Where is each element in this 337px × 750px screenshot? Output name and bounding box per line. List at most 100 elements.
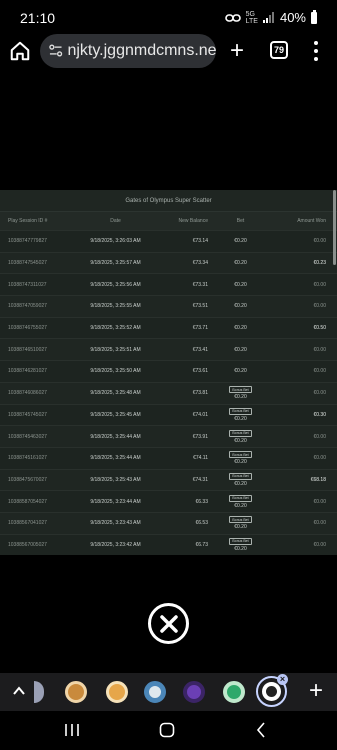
bet-cell: €0.20	[208, 260, 273, 266]
close-button[interactable]	[148, 603, 189, 644]
session-id: 10388746281027	[8, 368, 47, 375]
battery-percent: 40%	[279, 10, 306, 25]
amount-won: €0.30	[313, 411, 326, 418]
table-row: 10388745161027 9/18/2025, 3:25:44 AM €74.1…	[0, 446, 337, 469]
amount-won: €0.00	[313, 498, 326, 505]
amount-won: €0.00	[313, 541, 326, 548]
bet-amount: €0.20	[234, 459, 247, 466]
new-balance: €73.91	[192, 433, 208, 440]
amount-won: €0.00	[313, 455, 326, 462]
game-title: Gates of Olympus Super Scatter	[0, 190, 337, 212]
table-row: 10388746281027 9/18/2025, 3:25:50 AM €73.6…	[0, 360, 337, 382]
bet-amount: €0.20	[234, 303, 247, 310]
app-icon-5[interactable]	[223, 681, 245, 703]
play-date: 9/18/2025, 3:25:43 AM	[90, 476, 141, 483]
bonus-bet-badge: Bonus Bet	[229, 429, 252, 437]
table-row: 10388746510027 9/18/2025, 3:25:51 AM €73.4…	[0, 338, 337, 360]
bet-amount: €0.20	[234, 502, 247, 509]
status-time: 21:10	[20, 10, 56, 26]
close-app-badge[interactable]: ×	[277, 674, 288, 685]
url-text[interactable]: njkty.jggnmdcmns.net	[67, 42, 216, 60]
bet-cell: Bonus Bet €0.20	[208, 537, 273, 552]
play-date: 9/18/2025, 3:25:44 AM	[90, 433, 141, 440]
new-tab-icon[interactable]: +	[228, 39, 246, 63]
header-session-id: Play Session ID #	[8, 218, 48, 224]
home-nav-icon[interactable]	[159, 722, 175, 738]
amount-won: €0.00	[313, 303, 326, 310]
app-icon-4[interactable]	[183, 681, 205, 703]
bonus-bet-badge: Bonus Bet	[229, 516, 252, 524]
play-date: 9/18/2025, 3:23:44 AM	[90, 498, 141, 505]
recents-icon[interactable]	[64, 723, 80, 737]
amount-won: €0.00	[313, 368, 326, 375]
session-id: 10388475670027	[8, 476, 47, 483]
session-id: 10388746086027	[8, 390, 47, 397]
tab-switcher-icon[interactable]: 79	[270, 41, 288, 59]
header-balance: New Balance	[178, 218, 208, 224]
browser-toolbar: njkty.jggnmdcmns.net + 79	[0, 32, 337, 72]
play-date: 9/18/2025, 3:25:50 AM	[90, 368, 141, 375]
session-id: 10388745463027	[8, 433, 47, 440]
new-balance: €74.11	[193, 455, 208, 462]
bet-cell: Bonus Bet €0.20	[208, 494, 273, 509]
play-date: 9/18/2025, 3:25:44 AM	[90, 455, 141, 462]
session-id: 10388747311027	[8, 281, 47, 288]
close-icon	[159, 614, 178, 633]
play-date: 9/18/2025, 3:25:55 AM	[90, 303, 141, 310]
bet-amount: €0.20	[234, 325, 247, 332]
header-amount-won: Amount Won	[297, 218, 326, 224]
table-header: Play Session ID # Date New Balance Bet A…	[0, 212, 337, 230]
bonus-bet-badge: Bonus Bet	[229, 472, 252, 480]
app-icon-partial[interactable]	[34, 681, 44, 703]
more-menu-icon[interactable]	[313, 41, 319, 61]
tab-count: 79	[273, 45, 284, 55]
back-icon[interactable]	[256, 722, 266, 738]
table-row: 10388745463027 9/18/2025, 3:25:44 AM €73.9…	[0, 425, 337, 447]
amount-won: €0.00	[313, 238, 326, 245]
play-date: 9/18/2025, 3:26:03 AM	[90, 238, 141, 245]
new-balance: €6.33	[195, 498, 208, 505]
new-balance: €73.41	[192, 346, 208, 353]
table-row: 10388745745027 9/18/2025, 3:25:45 AM €74.0…	[0, 403, 337, 426]
bonus-bet-badge: Bonus Bet	[229, 494, 252, 502]
bet-amount: €0.20	[234, 368, 247, 375]
bonus-bet-badge: Bonus Bet	[229, 537, 252, 545]
add-app-button[interactable]: +	[309, 678, 323, 704]
link-icon	[224, 13, 241, 22]
table-row: 10388747059027 9/18/2025, 3:25:55 AM €73.5…	[0, 295, 337, 317]
scrollbar[interactable]	[333, 190, 336, 265]
play-date: 9/18/2025, 3:25:51 AM	[90, 346, 141, 353]
session-id: 10388567041027	[8, 520, 47, 527]
bonus-bet-badge: Bonus Bet	[229, 407, 252, 415]
new-balance: €74.31	[192, 476, 208, 483]
session-id: 10388745745027	[8, 411, 47, 418]
bet-cell: €0.20	[208, 238, 273, 244]
bet-history-panel: Gates of Olympus Super Scatter Play Sess…	[0, 190, 337, 555]
play-date: 9/18/2025, 3:23:42 AM	[90, 541, 141, 548]
header-date: Date	[110, 218, 121, 224]
bet-amount: €0.20	[234, 346, 247, 353]
bet-amount: €0.20	[234, 524, 247, 531]
session-id: 10388747059027	[8, 303, 47, 310]
header-bet: Bet	[236, 218, 245, 224]
play-date: 9/18/2025, 3:25:48 AM	[90, 390, 141, 397]
amount-won: €0.23	[313, 260, 326, 267]
chevron-up-icon[interactable]	[12, 684, 26, 698]
app-icon-2[interactable]	[106, 681, 128, 703]
site-settings-icon[interactable]	[48, 43, 63, 59]
new-balance: €73.61	[192, 368, 208, 375]
bet-cell: Bonus Bet €0.20	[208, 451, 273, 465]
table-row: 10388567041027 9/18/2025, 3:23:43 AM €6.53…	[0, 511, 337, 534]
address-bar[interactable]: njkty.jggnmdcmns.net	[40, 34, 216, 68]
play-date: 9/18/2025, 3:23:43 AM	[90, 520, 141, 527]
bonus-bet-badge: Bonus Bet	[229, 451, 252, 459]
new-balance: €6.73	[195, 541, 208, 548]
table-row: 10388747311027 9/18/2025, 3:25:56 AM €73.3…	[0, 273, 337, 296]
navigation-bar	[0, 711, 337, 750]
app-icon-1[interactable]	[65, 681, 87, 703]
session-id: 10388745161027	[8, 455, 47, 462]
home-icon[interactable]	[9, 40, 31, 62]
new-balance: €73.34	[192, 260, 208, 267]
table-row: 10388587054027 9/18/2025, 3:23:44 AM €6.33…	[0, 490, 337, 512]
app-icon-3[interactable]	[144, 681, 166, 703]
